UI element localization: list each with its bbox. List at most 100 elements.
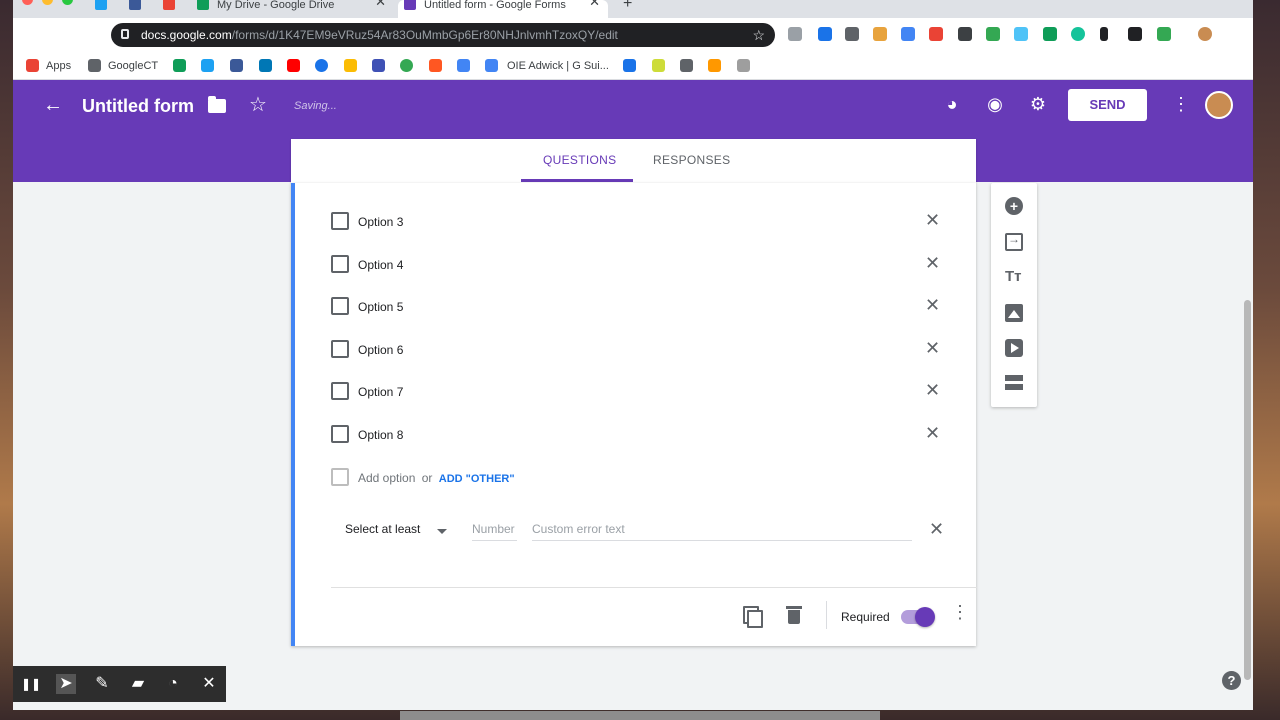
import-questions-icon[interactable] (1005, 232, 1023, 251)
send-button[interactable]: SEND (1068, 89, 1147, 121)
option-label[interactable]: Option 6 (358, 343, 403, 357)
drive-icon[interactable] (173, 59, 186, 72)
address-bar[interactable]: docs.google.com/forms/d/1K47EM9eVRuz54Ar… (111, 23, 775, 47)
pointer-icon[interactable]: ➤ (56, 674, 76, 694)
scrollbar-thumb[interactable] (1244, 300, 1251, 680)
more-options-icon[interactable]: ⋮ (1172, 94, 1190, 115)
bookmark-star-icon[interactable]: ☆ (752, 23, 765, 47)
bookmark-oie-adwick[interactable]: OIE Adwick | G Sui... (507, 59, 609, 73)
remove-option-icon[interactable]: ✕ (925, 423, 940, 444)
remove-option-icon[interactable]: ✕ (925, 338, 940, 359)
extension-icon[interactable] (845, 27, 859, 41)
youtube-icon[interactable] (287, 59, 300, 72)
question-card[interactable]: Option 3 ✕ Option 4 ✕ Option 5 ✕ Option … (291, 183, 977, 646)
extension-icon[interactable] (1128, 27, 1142, 41)
close-icon[interactable]: ✕ (199, 674, 219, 694)
palette-icon[interactable]: ◕ (941, 94, 963, 116)
bookmark-icon[interactable] (737, 59, 750, 72)
new-tab-button[interactable]: + (623, 0, 632, 13)
add-title-icon[interactable]: Tт (1005, 268, 1023, 286)
remove-option-icon[interactable]: ✕ (925, 295, 940, 316)
bookmark-icon[interactable] (652, 59, 665, 72)
bookmark-icon[interactable] (400, 59, 413, 72)
add-option-link[interactable]: Add option (358, 471, 415, 485)
remove-option-icon[interactable]: ✕ (925, 380, 940, 401)
bookmark-icon[interactable] (429, 59, 442, 72)
extension-icon[interactable] (873, 27, 887, 41)
back-arrow-icon[interactable]: ← (43, 94, 63, 117)
remove-option-icon[interactable]: ✕ (925, 210, 940, 231)
option-label[interactable]: Option 4 (358, 258, 403, 272)
tab-twitter[interactable] (89, 0, 121, 18)
minimize-window-button[interactable] (42, 0, 53, 5)
extension-icon[interactable] (958, 27, 972, 41)
option-label[interactable]: Option 3 (358, 215, 403, 229)
bookmark-icon[interactable] (708, 59, 721, 72)
preview-eye-icon[interactable]: ◉ (984, 94, 1006, 116)
form-title[interactable]: Untitled form (82, 96, 194, 117)
number-input[interactable]: Number (472, 522, 517, 541)
zoom-window-button[interactable] (62, 0, 73, 5)
settings-gear-icon[interactable]: ⚙ (1027, 94, 1049, 116)
bookmark-icon[interactable] (372, 59, 385, 72)
tab-google-forms[interactable]: Untitled form - Google Forms ✕ (398, 0, 608, 18)
option-label[interactable]: Option 8 (358, 428, 403, 442)
bookmark-icon[interactable] (457, 59, 470, 72)
add-image-icon[interactable] (1005, 304, 1023, 322)
pen-icon[interactable]: ✎ (92, 674, 112, 694)
avatar[interactable] (1205, 91, 1233, 119)
bookmark-googlect[interactable]: GoogleCT (108, 59, 158, 73)
custom-error-input[interactable]: Custom error text (532, 522, 912, 541)
bookmark-icon[interactable] (344, 59, 357, 72)
extension-icon[interactable] (1071, 27, 1085, 41)
timer-icon[interactable]: ◔ (163, 674, 183, 694)
extension-icon[interactable] (788, 27, 802, 41)
tab-responses[interactable]: RESPONSES (653, 153, 730, 167)
bookmark-icon[interactable] (315, 59, 328, 72)
linkedin-icon[interactable] (259, 59, 272, 72)
tab-gmail[interactable] (157, 0, 189, 18)
add-video-icon[interactable] (1005, 339, 1023, 357)
extension-icon[interactable] (986, 27, 1000, 41)
delete-icon[interactable] (784, 605, 804, 625)
highlighter-icon[interactable]: ▰ (128, 674, 148, 694)
folder-icon[interactable] (208, 96, 226, 113)
extension-icon[interactable] (818, 27, 832, 41)
checkbox-icon (331, 425, 349, 443)
close-window-button[interactable] (22, 0, 33, 5)
tab-questions[interactable]: QUESTIONS (543, 153, 616, 167)
tab-facebook[interactable] (123, 0, 155, 18)
remove-option-icon[interactable]: ✕ (925, 253, 940, 274)
add-other-link[interactable]: ADD "OTHER" (439, 473, 515, 485)
facebook-icon[interactable] (230, 59, 243, 72)
validation-rule-select[interactable]: Select at least (345, 522, 420, 536)
add-question-icon[interactable]: + (1005, 197, 1023, 215)
help-icon[interactable]: ? (1222, 671, 1241, 690)
extension-icon[interactable] (901, 27, 915, 41)
toggle-knob[interactable] (915, 607, 935, 627)
extension-icon[interactable] (1157, 27, 1171, 41)
bookmark-icon[interactable] (623, 59, 636, 72)
extension-icon[interactable] (929, 27, 943, 41)
bookmark-apps[interactable]: Apps (46, 59, 71, 73)
chevron-down-icon[interactable] (437, 529, 447, 534)
twitter-icon[interactable] (201, 59, 214, 72)
extension-icon[interactable] (1014, 27, 1028, 41)
option-label[interactable]: Option 5 (358, 300, 403, 314)
profile-avatar[interactable] (1198, 27, 1212, 41)
star-icon[interactable]: ☆ (249, 92, 267, 117)
duplicate-icon[interactable] (741, 605, 763, 628)
remove-validation-icon[interactable]: ✕ (929, 519, 944, 540)
close-tab-icon[interactable]: ✕ (375, 0, 386, 8)
bookmark-icon[interactable] (680, 59, 693, 72)
tab-google-drive[interactable]: My Drive - Google Drive ✕ (191, 0, 394, 18)
add-section-icon[interactable] (1005, 375, 1023, 391)
microphone-icon[interactable] (1100, 27, 1108, 41)
add-option-text: Add option or ADD "OTHER" (358, 471, 515, 485)
extension-icon[interactable] (1043, 27, 1057, 41)
close-tab-icon[interactable]: ✕ (589, 0, 600, 8)
more-options-icon[interactable]: ⋮ (951, 602, 969, 623)
list-item: Option 3 ✕ (331, 210, 951, 232)
option-label[interactable]: Option 7 (358, 385, 403, 399)
pause-icon[interactable]: ❚❚ (21, 674, 41, 694)
